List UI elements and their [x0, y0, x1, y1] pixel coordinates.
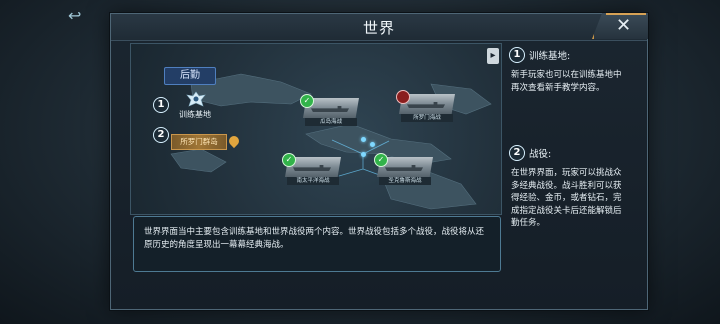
- check-icon: ✓: [300, 94, 314, 108]
- battle-card[interactable]: 圣克鲁斯海战 ✓: [374, 153, 433, 185]
- route-node: [361, 152, 366, 157]
- modal-title: 世界: [362, 19, 395, 37]
- section-2-body: 在世界界面，玩家可以挑战众多经典战役。战斗胜利可以获得经验、金币，或者钻石，完成…: [511, 168, 622, 228]
- training-base-label[interactable]: 训练基地: [172, 109, 218, 120]
- battle-card[interactable]: 所罗门海战: [396, 90, 455, 122]
- logistics-tab[interactable]: 后勤: [164, 67, 216, 85]
- battle-card[interactable]: 瓜岛海战 ✓: [300, 94, 359, 126]
- marker-1: 1: [153, 97, 169, 113]
- battle-caption: 所罗门海战: [401, 114, 453, 122]
- section-2-number: 2: [509, 145, 525, 161]
- section-1-body: 新手玩家也可以在训练基地中再次查看新手教学内容。: [511, 70, 622, 93]
- training-base-icon[interactable]: [185, 90, 207, 108]
- check-icon: ✓: [282, 153, 296, 167]
- marker-2: 2: [153, 127, 169, 143]
- section-2-title: 战役:: [529, 149, 552, 160]
- close-icon: ✕: [616, 15, 632, 36]
- check-icon: ✓: [374, 153, 388, 167]
- back-icon[interactable]: ↩: [68, 6, 90, 25]
- battle-card[interactable]: 南太平洋海战 ✓: [282, 153, 341, 185]
- route-node: [361, 137, 366, 142]
- section-1-title: 训练基地:: [529, 51, 571, 62]
- map-preview: 后勤 1 2 训练基地 所罗门群岛 瓜岛海战 ✓ 所罗门海战 南太平洋海战 ✓ …: [130, 43, 502, 215]
- section-1-number: 1: [509, 47, 525, 63]
- campaign-button[interactable]: 所罗门群岛: [171, 134, 227, 150]
- description-box: 世界界面当中主要包含训练基地和世界战役两个内容。世界战役包括多个战役，战役将从还…: [133, 216, 501, 272]
- description-text: 世界界面当中主要包含训练基地和世界战役两个内容。世界战役包括多个战役，战役将从还…: [144, 227, 485, 250]
- modal-header: 世界 ✕: [111, 13, 648, 41]
- battle-caption: 圣克鲁斯海战: [379, 177, 431, 185]
- battle-caption: 南太平洋海战: [287, 177, 339, 185]
- lock-icon: [396, 90, 410, 104]
- world-modal: 世界 ✕ 后勤 1 2 训练基地 所罗门群岛 瓜岛海战 ✓ 所罗门海战 南太平洋…: [110, 13, 648, 310]
- route-node: [370, 142, 375, 147]
- battle-caption: 瓜岛海战: [305, 118, 357, 126]
- next-page-arrow[interactable]: ▸: [487, 48, 499, 64]
